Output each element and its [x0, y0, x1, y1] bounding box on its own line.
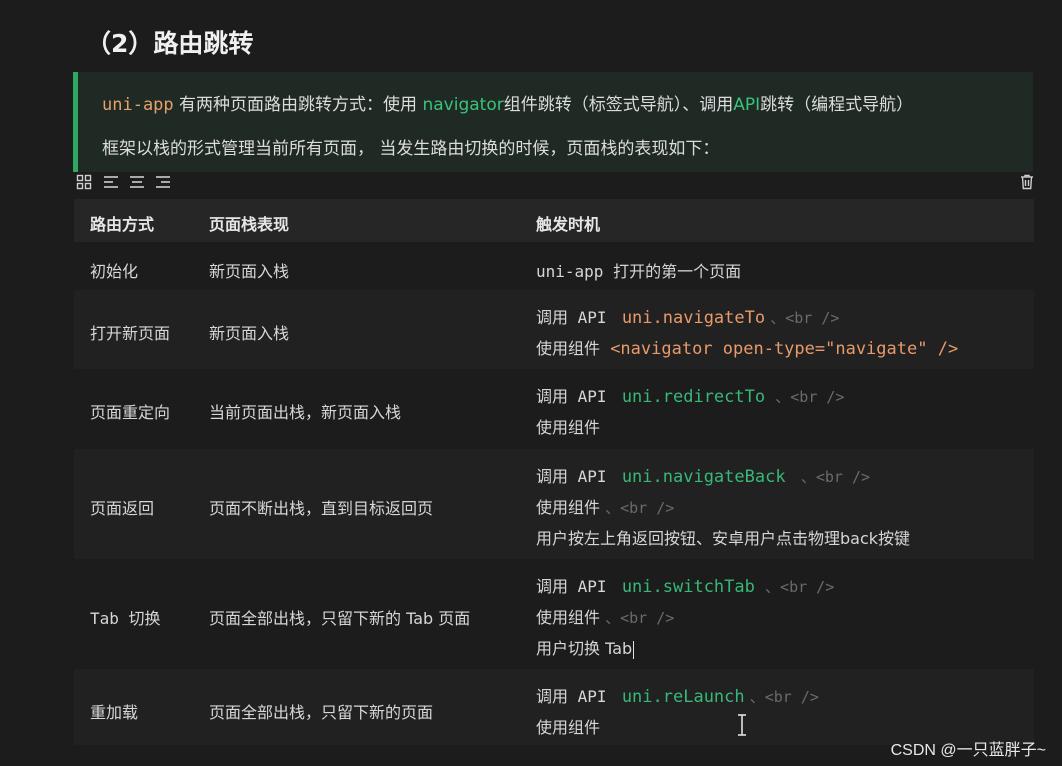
component-label: 使用组件 — [536, 418, 601, 437]
trigger-component-line: 使用组件 、<br /> — [536, 494, 674, 518]
inline-code: uni-app — [102, 95, 174, 115]
route-method: Tab 切换 — [90, 609, 161, 628]
br-tag: 、<br /> — [800, 468, 871, 486]
grid-icon[interactable] — [75, 174, 93, 192]
trigger-api-line: 调用 API uni.switchTab 、<br /> — [536, 573, 834, 597]
stack-behavior: 页面不断出栈，直到目标返回页 — [209, 499, 434, 518]
callout-text: 有两种页面路由跳转方式：使用 — [173, 95, 423, 115]
api-label: 调用 API — [536, 687, 607, 706]
trigger-extra-line: 用户按左上角返回按钮、安卓用户点击物理back按键 — [536, 529, 911, 548]
br-tag: 、<br /> — [765, 578, 835, 596]
extra-text: 用户切换 Tab — [536, 639, 633, 658]
navigator-link[interactable]: navigator — [422, 95, 503, 115]
api-function: uni.navigateBack — [621, 467, 786, 487]
api-label: 调用 API — [536, 308, 607, 327]
ibeam-cursor-icon — [737, 714, 747, 741]
api-link[interactable]: API — [733, 95, 760, 115]
header-stack: 页面栈表现 — [209, 215, 290, 234]
stack-behavior: 页面全部出栈，只留下新的页面 — [209, 703, 434, 722]
api-function: uni.switchTab — [621, 577, 755, 597]
api-function: uni.reLaunch — [621, 687, 745, 707]
trigger-text: uni-app 打开的第一个页面 — [536, 262, 742, 281]
callout-line-1: uni-app 有两种页面路由跳转方式：使用 navigator组件跳转（标签式… — [102, 90, 913, 115]
api-label: 调用 API — [536, 467, 607, 486]
header-method: 路由方式 — [90, 215, 155, 234]
stack-behavior: 当前页面出栈，新页面入栈 — [209, 403, 402, 422]
text-caret — [633, 640, 635, 659]
api-function: uni.navigateTo — [621, 308, 766, 328]
route-method: 页面返回 — [90, 499, 155, 518]
component-label: 使用组件 — [536, 339, 601, 358]
align-center-icon[interactable] — [128, 174, 146, 192]
trash-icon[interactable] — [1018, 174, 1036, 192]
table-toolbar — [75, 174, 1035, 194]
callout-text: 组件跳转（标签式导航）、调用 — [503, 95, 734, 115]
trigger-extra-line: 用户切换 Tab — [536, 635, 635, 659]
trigger-api-line: 调用 API uni.navigateTo 、<br /> — [536, 304, 839, 328]
component-label: 使用组件 — [536, 498, 601, 517]
br-tag: 、<br /> — [775, 388, 845, 406]
stack-behavior: 页面全部出栈，只留下新的 Tab 页面 — [209, 609, 471, 628]
trigger-component-line: 使用组件 、<br /> — [536, 604, 674, 628]
header-trigger: 触发时机 — [536, 215, 601, 234]
api-function: uni.redirectTo — [621, 387, 766, 407]
callout-line-2: 框架以栈的形式管理当前所有页面， 当发生路由切换的时候，页面栈的表现如下： — [102, 139, 720, 159]
trigger-component-line: 使用组件 — [536, 714, 600, 738]
align-right-icon[interactable] — [154, 174, 172, 192]
route-method: 打开新页面 — [90, 324, 171, 343]
trigger-api-line: 调用 API uni.reLaunch 、<br /> — [536, 683, 819, 707]
br-tag: 、<br /> — [605, 499, 675, 517]
stack-behavior: 新页面入栈 — [209, 324, 290, 343]
trigger-component-line: 使用组件 <navigator open-type="navigate" /> — [536, 335, 958, 359]
stack-behavior: 新页面入栈 — [209, 262, 290, 281]
table-header-row: 路由方式 页面栈表现 触发时机 — [74, 199, 1034, 242]
trigger-component-line: 使用组件 — [536, 414, 600, 438]
component-label: 使用组件 — [536, 608, 601, 627]
table-row: 初始化 新页面入栈 uni-app 打开的第一个页面 — [74, 242, 1034, 290]
api-label: 调用 API — [536, 387, 607, 406]
br-tag: 、<br /> — [770, 309, 840, 327]
page: （2）路由跳转 uni-app 有两种页面路由跳转方式：使用 navigator… — [0, 0, 1062, 766]
section-title: （2）路由跳转 — [86, 29, 254, 58]
watermark: CSDN @一只蓝胖子~ — [890, 742, 1046, 759]
table-row: 重加载 页面全部出栈，只留下新的页面 调用 API uni.reLaunch 、… — [74, 669, 1034, 745]
route-method: 初始化 — [90, 262, 139, 281]
trigger-api-line: 调用 API uni.navigateBack 、<br /> — [536, 463, 870, 487]
callout-block: uni-app 有两种页面路由跳转方式：使用 navigator组件跳转（标签式… — [73, 72, 1033, 172]
route-table: 路由方式 页面栈表现 触发时机 初始化 新页面入栈 uni-app 打开的第一个… — [74, 199, 1034, 745]
align-left-icon[interactable] — [102, 174, 120, 192]
component-label: 使用组件 — [536, 718, 601, 737]
table-row: 页面重定向 当前页面出栈，新页面入栈 调用 API uni.redirectTo… — [74, 369, 1034, 449]
trigger-api-line: 调用 API uni.redirectTo 、<br /> — [536, 383, 844, 407]
route-method: 重加载 — [90, 703, 139, 722]
api-label: 调用 API — [536, 577, 607, 596]
br-tag: 、<br /> — [749, 688, 819, 706]
route-method: 页面重定向 — [90, 403, 171, 422]
table-row: 页面返回 页面不断出栈，直到目标返回页 调用 API uni.navigateB… — [74, 449, 1034, 559]
table-row: Tab 切换 页面全部出栈，只留下新的 Tab 页面 调用 API uni.sw… — [74, 559, 1034, 669]
callout-text: 跳转（编程式导航） — [760, 95, 914, 115]
table-row: 打开新页面 新页面入栈 调用 API uni.navigateTo 、<br /… — [74, 290, 1034, 369]
component-code: <navigator open-type="navigate" /> — [610, 339, 959, 359]
br-tag: 、<br /> — [605, 609, 675, 627]
